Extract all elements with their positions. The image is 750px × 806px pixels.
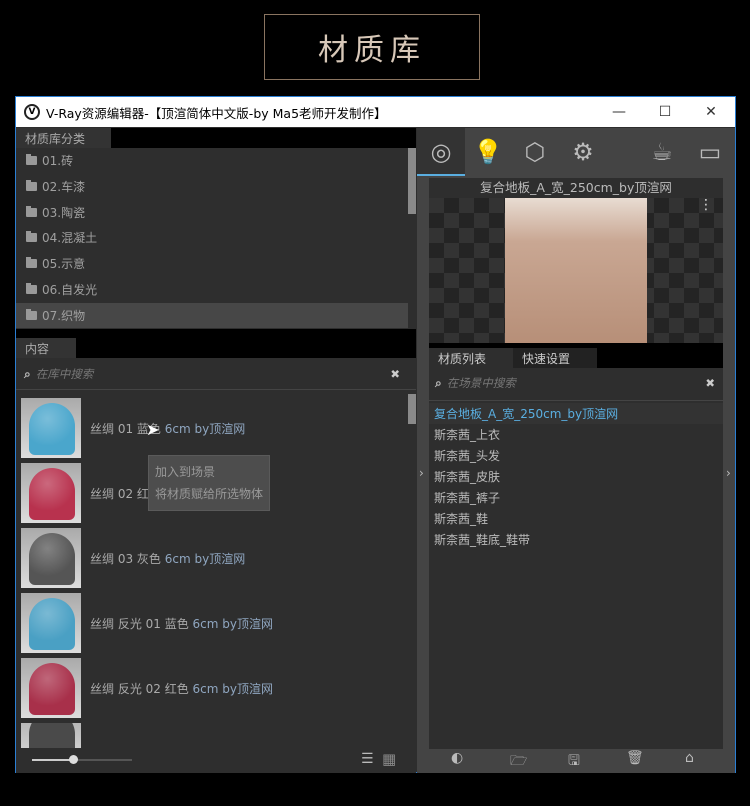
close-button[interactable]: ✕ (688, 97, 734, 127)
grid-view-icon[interactable]: ▦ (382, 750, 396, 768)
library-panel: 材质库分类 01.砖 02.车漆 03.陶瓷 04.混凝土 05.示意 06.自发光 07.… (16, 128, 416, 773)
preview-title: 复合地板_A_宽_250cm_by顶渲网 (429, 178, 723, 198)
tab-material-list[interactable]: 材质列表 (429, 348, 513, 368)
mouse-cursor-icon: ➤ (146, 420, 160, 439)
slider-handle[interactable] (69, 755, 78, 764)
category-item[interactable]: 05.示意 (16, 251, 408, 276)
search-placeholder: 在库中搜索 (35, 367, 94, 381)
category-label: 01.砖 (42, 154, 74, 168)
geometry-icon[interactable]: ⬡ (512, 128, 558, 176)
settings-icon[interactable]: ⚙ (560, 128, 606, 176)
material-thumbnail (21, 463, 81, 523)
material-preview: ⋮ (429, 198, 723, 343)
open-folder-icon[interactable]: 🗁 (510, 750, 527, 774)
delete-icon[interactable]: 🗑 (626, 750, 644, 766)
scene-material-item[interactable]: 斯柰茜_裤子 (429, 487, 723, 508)
category-item[interactable]: 07.织物 (16, 302, 408, 328)
material-tabbar: 材质列表 快速设置 (429, 343, 723, 368)
category-label: 07.织物 (42, 308, 86, 323)
scene-material-item[interactable]: 斯柰茜_皮肤 (429, 466, 723, 487)
list-view-icon[interactable]: ☰ (361, 751, 374, 767)
material-item[interactable]: 丝绸 反光 02 红色 6cm by顶渲网 (21, 658, 401, 718)
lights-icon[interactable]: 💡 (465, 128, 511, 176)
material-thumbnail (21, 528, 81, 588)
content-footer: ☰ ▦ (16, 748, 416, 773)
material-thumbnail (21, 593, 81, 653)
content-tabbar: 内容 (16, 329, 416, 358)
scene-material-item[interactable]: 复合地板_A_宽_250cm_by顶渲网 (429, 403, 723, 424)
expand-left-arrow-icon[interactable]: › (419, 466, 424, 480)
folder-icon (26, 179, 37, 191)
library-search-input[interactable]: ⌕ 在库中搜索 ✖ (24, 363, 408, 385)
category-label: 04.混凝土 (42, 231, 98, 246)
category-tabbar: 材质库分类 (16, 128, 416, 148)
context-menu: 加入到场景 将材质赋给所选物体 (148, 455, 270, 511)
render-teapot-icon[interactable]: ☕ (639, 128, 685, 176)
category-item[interactable]: 03.陶瓷 (16, 200, 408, 225)
expand-right-arrow-icon[interactable]: › (726, 466, 731, 480)
materials-icon[interactable]: ◎ (418, 128, 464, 176)
tab-content[interactable]: 内容 (16, 338, 76, 358)
save-icon[interactable]: 🖫 (568, 750, 580, 774)
new-material-icon[interactable]: ◐ (451, 750, 463, 766)
scene-search-input[interactable]: ⌕ 在场景中搜索 ✖ (435, 372, 723, 394)
material-thumbnail (21, 398, 81, 458)
tab-quick-settings[interactable]: 快速设置 (513, 348, 597, 368)
material-thumbnail (21, 658, 81, 718)
tab-categories[interactable]: 材质库分类 (16, 128, 111, 148)
material-name: 丝绸 03 灰色 6cm by顶渲网 (90, 551, 246, 566)
search-icon: ⌕ (24, 366, 31, 381)
window-title: V-Ray资源编辑器-【顶渲简体中文版-by Ma5老师开发制作】 (46, 105, 387, 121)
menu-item-apply-to-selection[interactable]: 将材质赋给所选物体 (155, 484, 263, 506)
search-icon: ⌕ (435, 375, 442, 390)
category-scrollbar[interactable] (408, 148, 416, 214)
purge-unused-icon[interactable]: ⌂ (685, 750, 694, 766)
folder-icon (26, 283, 37, 294)
vray-logo-icon: V (24, 104, 40, 120)
category-label: 03.陶瓷 (42, 205, 86, 220)
material-panel: ◎ 💡 ⬡ ⚙ ☕ ▭ 复合地板_A_宽_250cm_by顶渲网 ⋮ 材质列表 … (417, 128, 735, 773)
folder-icon (26, 257, 37, 269)
clear-search-icon[interactable]: ✖ (390, 367, 400, 381)
material-name: 丝绸 反光 01 蓝色 6cm by顶渲网 (90, 616, 274, 631)
banner-title: 材质库 (264, 14, 480, 80)
clear-search-icon[interactable]: ✖ (705, 376, 715, 390)
category-item[interactable]: 01.砖 (16, 148, 408, 173)
search-placeholder: 在场景中搜索 (446, 376, 516, 390)
vray-asset-editor-window: V V-Ray资源编辑器-【顶渲简体中文版-by Ma5老师开发制作】 — ☐ … (15, 96, 736, 773)
folder-icon (26, 154, 37, 165)
scene-material-item[interactable]: 斯柰茜_鞋底_鞋带 (429, 529, 723, 550)
title-bar: V V-Ray资源编辑器-【顶渲简体中文版-by Ma5老师开发制作】 — ☐ … (16, 97, 735, 127)
scene-material-item[interactable]: 斯柰茜_头发 (429, 445, 723, 466)
content-scrollbar[interactable] (408, 394, 416, 424)
frame-buffer-icon[interactable]: ▭ (687, 128, 733, 176)
category-item[interactable]: 02.车漆 (16, 174, 408, 199)
category-item[interactable]: 04.混凝土 (16, 225, 408, 250)
category-item[interactable]: 06.自发光 (16, 277, 408, 302)
folder-icon (26, 205, 37, 217)
maximize-button[interactable]: ☐ (642, 97, 688, 127)
folder-icon (26, 308, 37, 320)
material-item[interactable]: 丝绸 01 蓝色 6cm by顶渲网 (21, 398, 401, 458)
menu-item-add-to-scene[interactable]: 加入到场景 (155, 462, 263, 484)
material-item[interactable]: 丝绸 反光 01 蓝色 6cm by顶渲网 (21, 593, 401, 653)
material-item[interactable]: 丝绸 03 灰色 6cm by顶渲网 (21, 528, 401, 588)
scene-material-item[interactable]: 斯柰茜_鞋 (429, 508, 723, 529)
category-label: 05.示意 (42, 257, 86, 272)
folder-icon (26, 231, 37, 243)
minimize-button[interactable]: — (596, 97, 642, 127)
material-item-partial[interactable] (21, 723, 401, 749)
material-name: 丝绸 反光 02 红色 6cm by顶渲网 (90, 681, 274, 696)
material-name: 丝绸 01 蓝色 6cm by顶渲网 (90, 421, 246, 436)
scene-material-item[interactable]: 斯柰茜_上衣 (429, 424, 723, 445)
category-label: 06.自发光 (42, 283, 98, 297)
wood-floor-preview-image (505, 198, 647, 343)
more-options-icon[interactable]: ⋮ (699, 198, 713, 212)
category-label: 02.车漆 (42, 179, 86, 194)
